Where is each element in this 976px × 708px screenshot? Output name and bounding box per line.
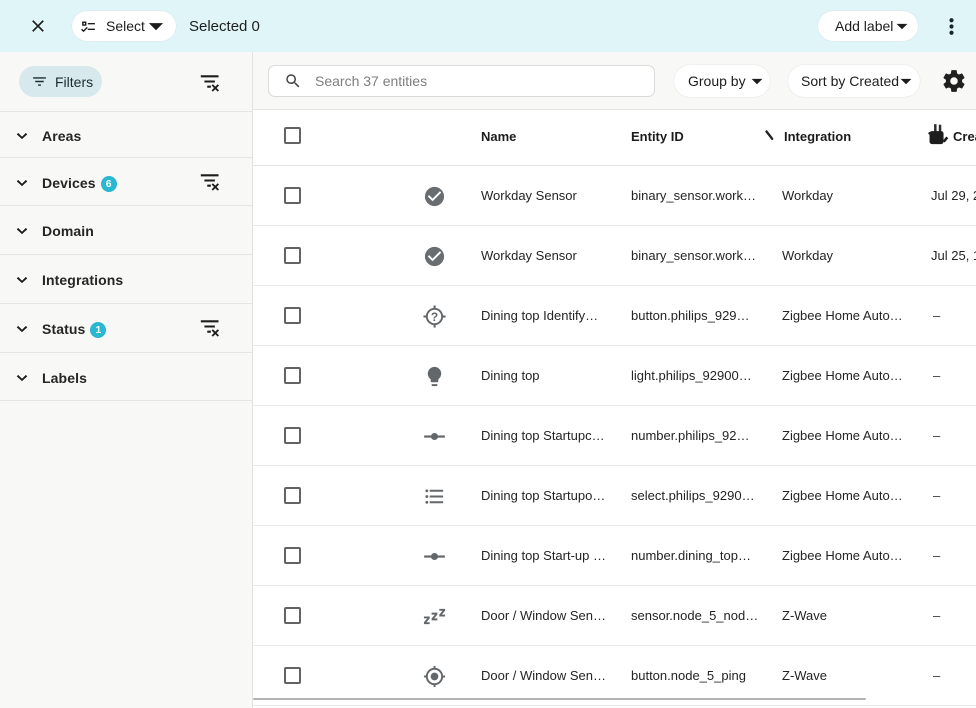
svg-text:?: ? [431, 310, 438, 324]
